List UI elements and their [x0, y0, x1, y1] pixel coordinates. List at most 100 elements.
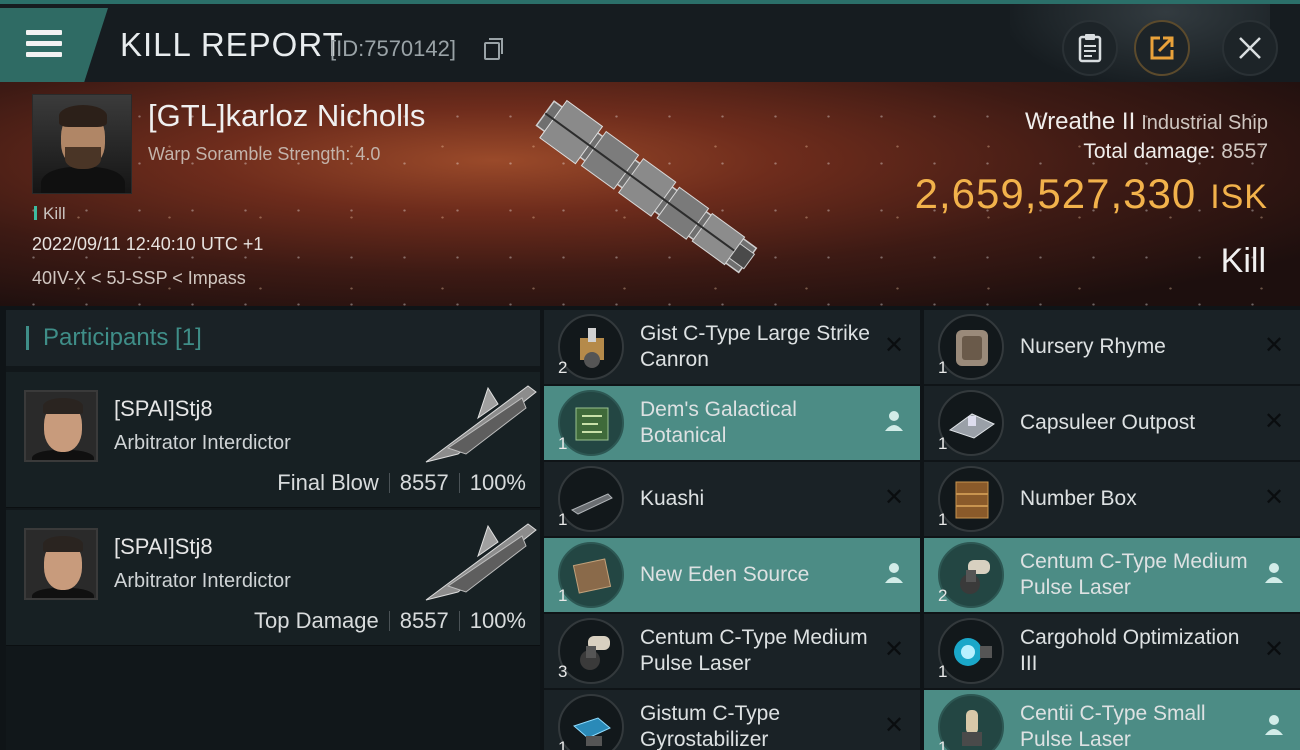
item-icon — [938, 314, 1004, 380]
item-name: New Eden Source — [640, 563, 810, 586]
participant-name[interactable]: [SPAI]Stj8 — [114, 534, 213, 560]
participant-stat-label: Final Blow — [277, 470, 379, 495]
item-row[interactable]: 2 Gist C-Type Large Strike Canron ✕ — [544, 310, 920, 384]
participant-percent: 100% — [469, 470, 526, 495]
close-icon[interactable]: ✕ — [882, 638, 906, 662]
participant-ship-icon[interactable] — [418, 378, 538, 468]
victim-name[interactable]: [GTL]karloz Nicholls — [148, 98, 425, 134]
close-icon[interactable]: ✕ — [882, 334, 906, 358]
page-title: KILL REPORT — [120, 26, 344, 63]
close-icon — [1239, 37, 1261, 59]
menu-button[interactable] — [0, 8, 108, 82]
item-row[interactable]: 1 Kuashi ✕ — [544, 462, 920, 536]
total-damage-value: 8557 — [1221, 140, 1268, 163]
item-row[interactable]: 1 Dem's Galactical Botanical — [544, 386, 920, 460]
total-damage-label: Total damage: — [1083, 140, 1216, 163]
item-icon — [558, 390, 624, 456]
item-icon — [558, 466, 624, 532]
close-icon[interactable]: ✕ — [1262, 334, 1286, 358]
participant-card[interactable]: [SPAI]Stj8 Arbitrator Interdictor Final … — [6, 372, 540, 508]
close-icon[interactable]: ✕ — [882, 714, 906, 738]
clipboard-icon — [1078, 34, 1102, 63]
item-row[interactable]: 1 Number Box ✕ — [924, 462, 1300, 536]
item-name: Centii C-Type Small Pulse Laser — [1020, 702, 1206, 750]
item-icon — [938, 618, 1004, 684]
person-icon[interactable] — [1262, 714, 1286, 738]
item-name: Centum C-Type Medium Pulse Laser — [1020, 550, 1248, 599]
item-name: Gist C-Type Large Strike Canron — [640, 322, 870, 371]
item-name: Cargohold Optimization III — [1020, 626, 1240, 675]
share-button[interactable] — [1134, 20, 1190, 76]
kill-location[interactable]: 40IV-X < 5J-SSP < Impass — [32, 268, 246, 289]
person-icon[interactable] — [882, 562, 906, 586]
participant-ship-icon[interactable] — [418, 516, 538, 606]
dropped-items-grid: 2 Gist C-Type Large Strike Canron ✕ 1 Nu… — [544, 310, 1300, 750]
participant-avatar[interactable] — [24, 528, 98, 600]
item-icon — [558, 314, 624, 380]
participant-stats: Top Damage 8557 100% — [254, 608, 526, 634]
participant-damage: 8557 — [399, 608, 449, 633]
participant-percent: 100% — [469, 608, 526, 633]
victim-banner: [GTL]karloz Nicholls Warp Soramble Stren… — [0, 82, 1300, 306]
participant-card[interactable]: [SPAI]Stj8 Arbitrator Interdictor Top Da… — [6, 510, 540, 646]
close-icon[interactable]: ✕ — [1262, 486, 1286, 510]
participant-stats: Final Blow 8557 100% — [277, 470, 526, 496]
isk-value-line: 2,659,527,330 ISK — [915, 170, 1268, 218]
result-label: Kill — [1220, 242, 1266, 280]
report-id: [ID:7570142] — [330, 36, 456, 61]
person-icon[interactable] — [882, 410, 906, 434]
victim-ship-name: Wreathe II Industrial Ship — [1025, 108, 1268, 136]
total-damage-line: Total damage: 8557 — [1083, 140, 1268, 164]
item-row[interactable]: 1 Centii C-Type Small Pulse Laser — [924, 690, 1300, 750]
victim-ship-image[interactable] — [512, 86, 782, 286]
participant-avatar[interactable] — [24, 390, 98, 462]
copy-icon[interactable] — [484, 38, 503, 60]
ship-name-text: Wreathe II — [1024, 108, 1136, 135]
participant-ship: Arbitrator Interdictor — [114, 432, 291, 454]
participant-name[interactable]: [SPAI]Stj8 — [114, 396, 213, 422]
item-name: Dem's Galactical Botanical — [640, 398, 797, 447]
item-quantity: 1 — [938, 662, 948, 681]
item-row[interactable]: 3 Centum C-Type Medium Pulse Laser ✕ — [544, 614, 920, 688]
kill-datetime: 2022/09/11 12:40:10 UTC +1 — [32, 234, 264, 254]
menu-icon — [26, 30, 62, 63]
kill-tag: Kill — [34, 204, 66, 224]
close-icon[interactable]: ✕ — [1262, 638, 1286, 662]
close-button[interactable] — [1222, 20, 1278, 76]
item-icon — [938, 466, 1004, 532]
warp-scramble-strength: Warp Soramble Strength: 4.0 — [148, 144, 381, 164]
isk-unit: ISK — [1210, 178, 1268, 216]
item-name: Centum C-Type Medium Pulse Laser — [640, 626, 868, 675]
clipboard-button[interactable] — [1062, 20, 1118, 76]
item-icon — [558, 542, 624, 608]
item-quantity: 1 — [938, 434, 948, 453]
item-quantity: 1 — [558, 434, 568, 453]
item-row[interactable]: 1 New Eden Source — [544, 538, 920, 612]
item-icon — [558, 694, 624, 750]
close-icon[interactable]: ✕ — [1262, 410, 1286, 434]
participants-panel: Participants [1] [SPAI]Stj8 Arbitrator I… — [6, 310, 540, 750]
isk-value: 2,659,527,330 — [914, 170, 1197, 217]
item-quantity: 1 — [558, 738, 568, 750]
item-name: Number Box — [1020, 487, 1137, 510]
item-quantity: 1 — [938, 358, 948, 377]
participants-header: Participants [1] — [6, 310, 540, 366]
close-icon[interactable]: ✕ — [882, 486, 906, 510]
item-icon — [938, 694, 1004, 750]
person-icon[interactable] — [1262, 562, 1286, 586]
item-name: Gistum C-Type Gyrostabilizer — [640, 702, 781, 750]
item-quantity: 1 — [558, 510, 568, 529]
item-quantity: 2 — [938, 586, 948, 605]
item-row[interactable]: 1 Cargohold Optimization III ✕ — [924, 614, 1300, 688]
ship-class: Industrial Ship — [1141, 112, 1268, 134]
item-row[interactable]: 1 Nursery Rhyme ✕ — [924, 310, 1300, 384]
item-quantity: 1 — [938, 510, 948, 529]
item-name: Kuashi — [640, 487, 705, 510]
item-row[interactable]: 1 Capsuleer Outpost ✕ — [924, 386, 1300, 460]
participants-title: Participants [1] — [26, 326, 202, 350]
victim-avatar[interactable] — [32, 94, 132, 194]
item-row[interactable]: 2 Centum C-Type Medium Pulse Laser — [924, 538, 1300, 612]
top-bar: KILL REPORT [ID:7570142] — [0, 0, 1300, 86]
item-icon — [558, 618, 624, 684]
item-row[interactable]: 1 Gistum C-Type Gyrostabilizer ✕ — [544, 690, 920, 750]
